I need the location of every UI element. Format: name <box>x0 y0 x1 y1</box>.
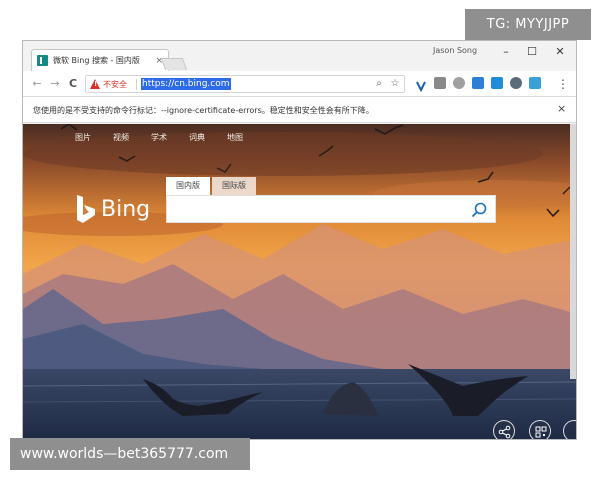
nav-maps-link[interactable]: 地图 <box>227 132 243 143</box>
toolbar: ← → C 不安全 https://cn.bing.com ⌕ ☆ ⋮ <box>23 71 576 97</box>
tg-badge: TG: MYYJJPP <box>465 9 591 40</box>
infobar-close-icon[interactable]: × <box>557 102 566 115</box>
more-button[interactable] <box>563 420 576 439</box>
nav-images-link[interactable]: 图片 <box>75 132 91 143</box>
back-button[interactable]: ← <box>29 76 45 92</box>
search-icon[interactable] <box>471 202 487 218</box>
user-extension-icon[interactable] <box>472 77 484 89</box>
qr-code-button[interactable] <box>529 420 551 439</box>
infobar-text: 您使用的是不受支持的命令行标记：--ignore-certificate-err… <box>33 106 374 115</box>
reload-button[interactable]: C <box>65 76 81 92</box>
nav-dictionary-link[interactable]: 词典 <box>189 132 205 143</box>
refresh-extension-icon[interactable] <box>510 77 522 89</box>
bing-homepage: 图片 视频 学术 词典 地图 Bing 国内版 国际版 <box>23 124 576 439</box>
tab-title: 微软 Bing 搜索 - 国内版 <box>53 56 140 65</box>
scrollbar[interactable] <box>570 124 576 379</box>
background-image <box>23 124 576 439</box>
zoom-icon[interactable]: ⌕ <box>372 78 386 89</box>
url-text[interactable]: https://cn.bing.com <box>141 78 231 90</box>
site-watermark: www.worlds—bet365777.com <box>10 438 250 470</box>
browser-tab[interactable]: 微软 Bing 搜索 - 国内版 × <box>31 49 169 71</box>
tab-domestic[interactable]: 国内版 <box>166 177 210 195</box>
title-bar: 微软 Bing 搜索 - 国内版 × Jason Song – ☐ ✕ <box>23 41 576 71</box>
screenshot: 微软 Bing 搜索 - 国内版 × Jason Song – ☐ ✕ ← → … <box>0 0 600 480</box>
close-window-button[interactable]: ✕ <box>547 43 573 61</box>
star-icon[interactable]: ☆ <box>388 78 402 89</box>
warning-infobar: 您使用的是不受支持的命令行标记：--ignore-certificate-err… <box>23 97 576 123</box>
nav-videos-link[interactable]: 视频 <box>113 132 129 143</box>
browser-window: 微软 Bing 搜索 - 国内版 × Jason Song – ☐ ✕ ← → … <box>22 40 577 440</box>
new-tab-button[interactable] <box>160 58 188 70</box>
qr-code-icon <box>535 426 547 438</box>
bing-logo-icon <box>77 195 95 223</box>
profile-name[interactable]: Jason Song <box>433 46 477 55</box>
blue-extension-icon[interactable] <box>491 77 503 89</box>
insecure-label[interactable]: 不安全 <box>103 79 127 90</box>
puzzle-extension-icon[interactable] <box>453 77 465 89</box>
share-button[interactable] <box>493 420 515 439</box>
bing-logo-text: Bing <box>101 196 151 222</box>
maximize-button[interactable]: ☐ <box>519 43 545 61</box>
search-region-tabs: 国内版 国际版 <box>166 177 256 195</box>
search-input[interactable] <box>166 195 496 223</box>
share-icon <box>498 425 511 439</box>
bing-favicon-icon <box>37 55 48 66</box>
tab-international[interactable]: 国际版 <box>212 177 256 195</box>
v-extension-icon[interactable] <box>415 77 427 93</box>
warning-icon <box>90 79 100 89</box>
minimize-button[interactable]: – <box>493 43 519 61</box>
bing-logo: Bing <box>75 194 150 224</box>
qr-extension-icon[interactable] <box>434 77 446 89</box>
forward-button[interactable]: → <box>47 76 63 92</box>
url-divider <box>136 79 137 90</box>
menu-icon[interactable]: ⋮ <box>555 76 571 92</box>
address-bar[interactable]: 不安全 https://cn.bing.com ⌕ ☆ <box>85 75 405 93</box>
nav-academic-link[interactable]: 学术 <box>151 132 167 143</box>
bing-nav: 图片 视频 学术 词典 地图 <box>75 132 243 143</box>
green-extension-icon[interactable] <box>529 77 541 89</box>
